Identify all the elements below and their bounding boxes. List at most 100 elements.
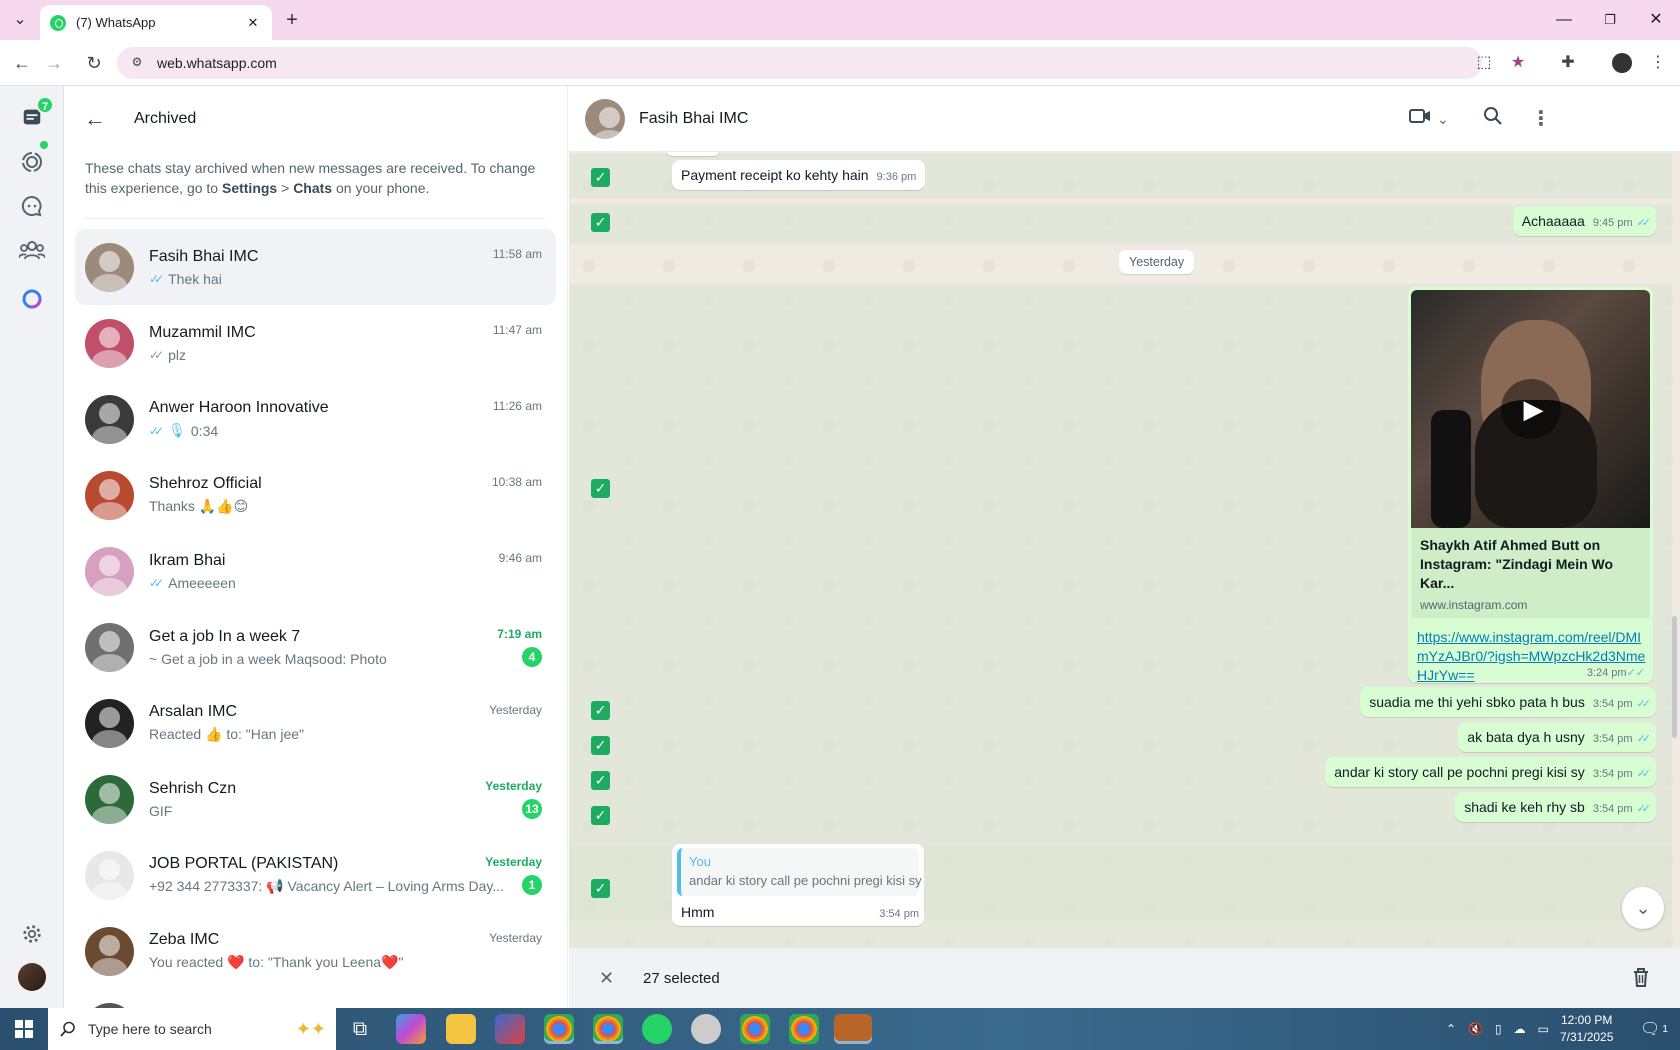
chat-avatar[interactable] bbox=[85, 470, 134, 520]
chat-row[interactable]: Fasih Bhai IMC ✓✓ Thek hai 11:58 am bbox=[75, 229, 556, 305]
file-explorer-app-icon[interactable] bbox=[446, 1014, 476, 1044]
chat-avatar[interactable] bbox=[85, 394, 134, 444]
install-app-icon[interactable]: ⬚ bbox=[1472, 51, 1496, 75]
chrome-app-icon-3[interactable] bbox=[740, 1014, 770, 1044]
chat-row[interactable]: Get a job In a week 7 ~ Get a job in a we… bbox=[75, 609, 556, 685]
message-bubble-out[interactable]: Achaaaaa 9:45 pm ✓✓ bbox=[1512, 206, 1656, 236]
display-icon[interactable]: ▭ bbox=[1538, 1022, 1549, 1036]
reply-message-bubble[interactable]: You andar ki story call pe pochni pregi … bbox=[672, 844, 924, 926]
site-info-icon[interactable]: ⚙ bbox=[129, 55, 145, 71]
message-bubble-out[interactable]: suadia me thi yehi sbko pata h bus 3:54 p… bbox=[1360, 687, 1656, 717]
message-checkbox[interactable]: ✓ bbox=[591, 479, 610, 498]
call-dropdown-chevron-icon[interactable]: ⌄ bbox=[1437, 106, 1449, 132]
settings-app-icon[interactable] bbox=[834, 1014, 872, 1044]
chat-row[interactable]: Sehrish Czn GIF Yesterday 13 bbox=[75, 761, 556, 837]
conversation-header[interactable]: Fasih Bhai IMC ⌄ ⋮ bbox=[569, 86, 1680, 152]
chat-row[interactable]: Muzammil IMC ✓✓ plz 11:47 am bbox=[75, 305, 556, 381]
video-thumbnail[interactable]: ▶ bbox=[1411, 290, 1650, 528]
message-checkbox[interactable]: ✓ bbox=[591, 806, 610, 825]
selected-row[interactable] bbox=[569, 204, 1672, 244]
message-bubble-out[interactable]: ak bata dya h usny 3:54 pm ✓✓ bbox=[1458, 722, 1656, 752]
clock-app-icon[interactable] bbox=[691, 1014, 721, 1044]
message-time: 9:45 pm bbox=[1592, 217, 1633, 229]
close-tab-icon[interactable]: ✕ bbox=[244, 15, 262, 31]
read-ticks-icon: ✓✓ bbox=[1636, 803, 1652, 815]
chat-scrollbar[interactable] bbox=[1672, 616, 1677, 738]
taskbar-clock[interactable]: 12:00 PM 7/31/2025 bbox=[1560, 1012, 1613, 1046]
message-checkbox[interactable]: ✓ bbox=[591, 213, 610, 232]
message-checkbox[interactable]: ✓ bbox=[591, 771, 610, 790]
copilot-app-icon[interactable] bbox=[396, 1014, 426, 1044]
chat-avatar[interactable] bbox=[85, 622, 134, 672]
delete-trash-icon[interactable] bbox=[1632, 967, 1650, 992]
tab-search-icon[interactable]: ⌄ bbox=[8, 8, 32, 32]
browser-menu-icon[interactable]: ⋮ bbox=[1646, 51, 1670, 75]
message-checkbox[interactable]: ✓ bbox=[591, 879, 610, 898]
search-icon[interactable] bbox=[1483, 106, 1503, 132]
chat-avatar[interactable] bbox=[85, 546, 134, 596]
notification-center-icon[interactable]: 🗨 1 bbox=[1640, 1008, 1668, 1050]
chat-row[interactable]: Ikram Bhai ✓✓ Ameeeeen 9:46 am bbox=[75, 533, 556, 609]
task-view-icon[interactable]: ⧉ bbox=[345, 1014, 375, 1044]
message-bubble-out[interactable]: shadi ke keh rhy sb 3:54 pm ✓✓ bbox=[1455, 792, 1656, 822]
chat-row[interactable]: Shahid Mughal Done BaseYesterday bbox=[75, 989, 556, 1008]
chat-row[interactable]: Arsalan IMC Reacted 👍 to: "Han jee" Yester… bbox=[75, 685, 556, 761]
chrome-app-icon[interactable] bbox=[544, 1014, 574, 1044]
message-bubble-in[interactable]: Payment receipt ko kehty hain 9:36 pm bbox=[672, 160, 926, 190]
chat-row[interactable]: Shehroz Official Thanks 🙏👍😊 10:38 am bbox=[75, 457, 556, 533]
profile-avatar[interactable] bbox=[18, 963, 46, 991]
bookmark-star-icon[interactable]: ★ bbox=[1506, 51, 1530, 75]
video-call-icon[interactable] bbox=[1409, 106, 1431, 132]
play-icon[interactable]: ▶ bbox=[1501, 379, 1561, 439]
settings-gear-icon[interactable] bbox=[18, 920, 46, 948]
taskbar-search-box[interactable]: Type here to search ✦✦ bbox=[48, 1008, 336, 1050]
profile-avatar-icon[interactable] bbox=[1610, 51, 1634, 75]
pinned-app-icon[interactable] bbox=[495, 1014, 525, 1044]
reload-icon[interactable]: ↻ bbox=[82, 51, 106, 75]
quoted-message[interactable]: You andar ki story call pe pochni pregi … bbox=[677, 848, 922, 896]
back-arrow-icon[interactable]: ← bbox=[84, 106, 112, 132]
restore-icon[interactable]: ❐ bbox=[1587, 6, 1633, 34]
contact-avatar[interactable] bbox=[585, 98, 625, 139]
chat-menu-icon[interactable]: ⋮ bbox=[1531, 106, 1551, 132]
scroll-down-chevron-icon[interactable]: ⌄ bbox=[1622, 887, 1664, 929]
chat-row[interactable]: JOB PORTAL (PAKISTAN) +92 344 2773337: 📢 … bbox=[75, 837, 556, 913]
extensions-icon[interactable]: ✚ bbox=[1556, 51, 1580, 75]
cancel-selection-icon[interactable]: ✕ bbox=[599, 968, 619, 989]
chat-avatar[interactable] bbox=[85, 774, 134, 824]
message-checkbox[interactable]: ✓ bbox=[591, 736, 610, 755]
tray-chevron-icon[interactable]: ⌃ bbox=[1446, 1022, 1456, 1036]
minimize-icon[interactable]: — bbox=[1541, 6, 1587, 34]
chat-row[interactable]: Zeba IMC You reacted ❤️ to: "Thank you Le… bbox=[75, 913, 556, 989]
communities-icon[interactable] bbox=[18, 236, 46, 264]
link-preview-message[interactable]: ▶ Shaykh Atif Ahmed Butt on Instagram: "… bbox=[1408, 287, 1653, 683]
message-bubble-out[interactable]: andar ki story call pe pochni pregi kisi… bbox=[1325, 757, 1656, 787]
battery-icon[interactable]: ▯ bbox=[1495, 1022, 1502, 1036]
read-ticks-icon: ✓✓ bbox=[1636, 733, 1652, 745]
chat-avatar[interactable] bbox=[85, 318, 134, 368]
network-icon[interactable]: ☁ bbox=[1514, 1022, 1526, 1036]
new-tab-button[interactable]: + bbox=[280, 8, 304, 32]
chat-row[interactable]: Anwer Haroon Innovative ✓✓ 🎙 0:34 11:26 am bbox=[75, 381, 556, 457]
chrome-app-icon-2[interactable] bbox=[593, 1014, 623, 1044]
message-checkbox[interactable]: ✓ bbox=[591, 701, 610, 720]
forward-icon[interactable]: → bbox=[42, 51, 66, 75]
windows-start-icon[interactable] bbox=[0, 1008, 48, 1050]
browser-tab-whatsapp[interactable]: (7) WhatsApp ✕ bbox=[40, 5, 272, 40]
chat-avatar[interactable] bbox=[85, 242, 134, 292]
volume-icon[interactable]: 🔇 bbox=[1468, 1022, 1483, 1036]
chat-avatar[interactable] bbox=[85, 926, 134, 976]
link-preview-card[interactable]: Shaykh Atif Ahmed Butt on Instagram: "Zi… bbox=[1411, 528, 1650, 618]
status-icon[interactable] bbox=[18, 148, 46, 176]
back-icon[interactable]: ← bbox=[10, 51, 34, 75]
close-window-icon[interactable]: ✕ bbox=[1633, 6, 1679, 34]
chat-avatar[interactable] bbox=[85, 850, 134, 900]
url-omnibox[interactable]: ⚙ web.whatsapp.com bbox=[117, 47, 1482, 79]
chrome-app-icon-4[interactable] bbox=[789, 1014, 819, 1044]
whatsapp-app-icon[interactable] bbox=[642, 1014, 672, 1044]
meta-ai-icon[interactable] bbox=[18, 285, 46, 313]
channels-icon[interactable] bbox=[18, 192, 46, 220]
chat-avatar[interactable] bbox=[85, 698, 134, 748]
message-checkbox[interactable]: ✓ bbox=[591, 168, 610, 187]
archived-info-text: These chats stay archived when new messa… bbox=[85, 152, 545, 219]
